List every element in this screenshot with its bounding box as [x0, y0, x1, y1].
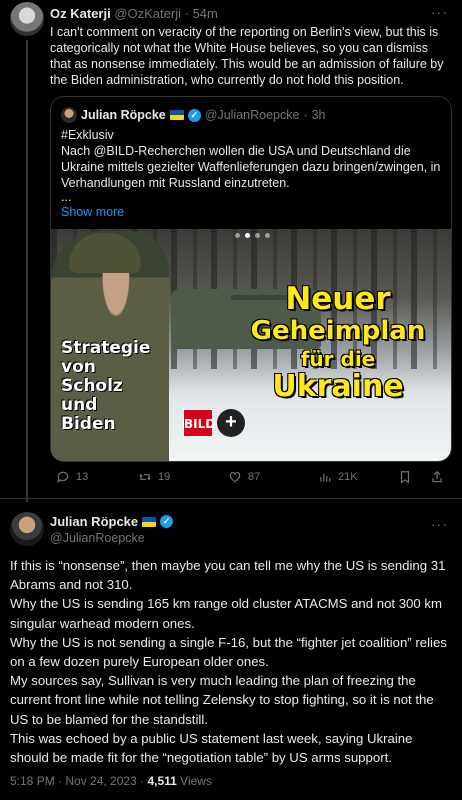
views-button[interactable]: 21K [318, 470, 358, 484]
quote-author-name: Julian Röpcke [81, 108, 166, 122]
tweet-timestamp[interactable]: 5:18 PM · Nov 24, 2023 [10, 774, 137, 788]
quote-author-handle: @JulianRoepcke [204, 108, 300, 122]
tweet-time[interactable]: 54m [193, 6, 218, 21]
ukraine-flag-icon [169, 110, 184, 120]
share-icon [432, 470, 442, 483]
quote-time: 3h [311, 108, 326, 122]
bild-plus-icon: + [217, 409, 245, 437]
tweet-divider [0, 498, 462, 499]
heart-icon [229, 472, 241, 483]
tweet-text: I can't comment on veracity of the repor… [50, 25, 444, 87]
reply-button[interactable]: 13 [56, 470, 88, 484]
carousel-dot[interactable] [264, 233, 270, 238]
quote-hashtag[interactable]: #Exklusiv [61, 127, 445, 143]
repost-icon [139, 473, 151, 481]
quote-avatar [61, 107, 77, 123]
verified-badge-icon: ✓ [160, 515, 174, 528]
ukraine-flag-icon [142, 516, 157, 527]
action-bar: 13 19 87 21K [50, 470, 452, 486]
tweet-paragraph: Why the US is not sending a single F-16,… [10, 634, 447, 670]
views-label: Views [180, 774, 212, 788]
media-side-caption: Strategie von Scholz und Biden [61, 338, 151, 434]
author-handle[interactable]: @OzKaterji [114, 6, 181, 21]
quote-media-image[interactable]: Strategie von Scholz und Biden Neuer Geh… [51, 229, 451, 461]
tweet-paragraph: My sources say, Sullivan is very much le… [10, 673, 434, 727]
quoted-tweet[interactable]: Julian Röpcke ✓ @JulianRoepcke · 3h #Exk… [50, 96, 452, 462]
repost-button[interactable]: 19 [138, 470, 170, 484]
reply-icon [57, 471, 69, 484]
author-name[interactable]: Oz Katerji [50, 6, 111, 21]
carousel-dots[interactable] [51, 233, 451, 238]
bookmark-icon [400, 471, 410, 484]
tweet-meta: 5:18 PM · Nov 24, 2023 · 4,511 Views [10, 774, 212, 788]
main-author-name[interactable]: Julian Röpcke [50, 514, 138, 529]
carousel-dot-active[interactable] [244, 233, 250, 238]
main-author-avatar[interactable] [10, 512, 44, 546]
show-more-link[interactable]: Show more [61, 205, 124, 219]
view-count: 21K [338, 471, 358, 483]
like-button[interactable]: 87 [228, 470, 260, 484]
quote-header: Julian Röpcke ✓ @JulianRoepcke · 3h [61, 107, 326, 123]
repost-count: 19 [158, 471, 171, 483]
quote-body-text: Nach @BILD-Recherchen wollen die USA und… [61, 144, 441, 190]
media-headline: Neuer Geheimplan für die Ukraine [250, 281, 426, 404]
author-avatar[interactable] [10, 2, 44, 36]
main-author-name-row: Julian Röpcke ✓ [50, 514, 174, 529]
views-count: 4,511 [147, 774, 177, 788]
analytics-icon [320, 473, 331, 482]
main-tweet-text: If this is “nonsense”, then maybe you ca… [10, 556, 452, 767]
bild-logo: BILD [183, 409, 215, 437]
quote-ellipsis: ... [61, 190, 72, 204]
reply-count: 13 [76, 471, 89, 483]
tweet-paragraph: This was echoed by a public US statement… [10, 730, 413, 766]
main-author-handle[interactable]: @JulianRoepcke [50, 531, 145, 545]
more-options-icon[interactable]: ··· [431, 4, 448, 20]
carousel-dot[interactable] [254, 233, 260, 238]
bookmark-button[interactable] [398, 470, 412, 484]
verified-badge-icon: ✓ [187, 108, 201, 122]
parent-header: Oz Katerji @OzKaterji · 54m [50, 6, 218, 21]
share-button[interactable] [430, 470, 444, 484]
tweet-paragraph: Why the US is sending 165 km range old c… [10, 596, 442, 631]
more-options-icon[interactable]: ··· [431, 516, 448, 532]
like-count: 87 [248, 471, 261, 483]
tweet-paragraph: If this is “nonsense”, then maybe you ca… [10, 558, 446, 593]
quote-text: #Exklusiv Nach @BILD-Recherchen wollen d… [61, 127, 445, 203]
parent-tweet[interactable]: Oz Katerji @OzKaterji · 54m ··· I can't … [0, 0, 462, 502]
carousel-dot[interactable] [234, 233, 240, 238]
thread-line [26, 40, 28, 502]
